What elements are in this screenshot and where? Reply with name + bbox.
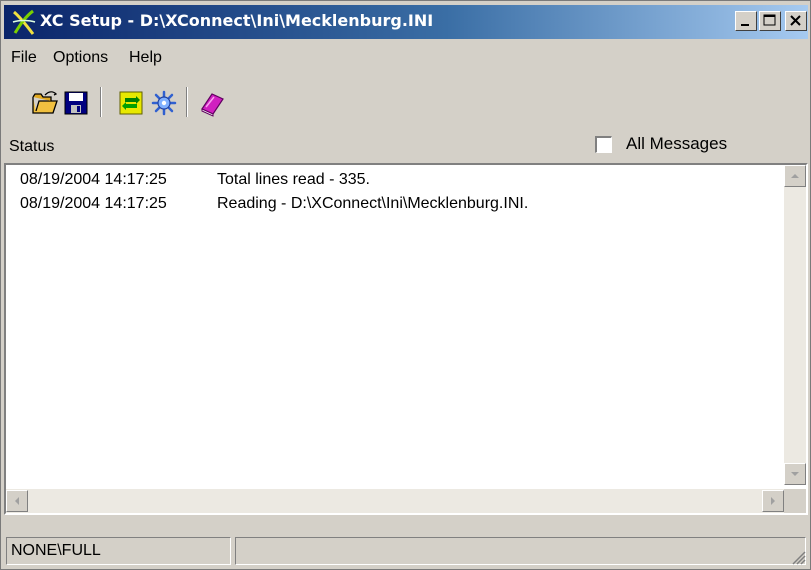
list-item[interactable]: 08/19/2004 14:17:25 Total lines read - 3… bbox=[20, 171, 760, 195]
scroll-down-button[interactable] bbox=[784, 463, 806, 485]
status-panel-info bbox=[235, 537, 806, 565]
scroll-left-button[interactable] bbox=[6, 490, 28, 512]
arrow-left-icon bbox=[15, 497, 19, 505]
menu-options[interactable]: Options bbox=[53, 49, 108, 67]
status-label: Status bbox=[9, 138, 55, 155]
maximize-button[interactable] bbox=[759, 11, 781, 31]
vertical-scrollbar[interactable] bbox=[784, 165, 806, 485]
close-icon bbox=[790, 15, 801, 26]
scrollbar-corner bbox=[784, 489, 806, 513]
window-title: XC Setup - D:\XConnect\Ini\Mecklenburg.I… bbox=[40, 11, 434, 30]
status-log-list[interactable]: 08/19/2004 14:17:25 Total lines read - 3… bbox=[4, 163, 808, 515]
resize-grip-icon[interactable] bbox=[790, 549, 806, 565]
help-book-icon[interactable] bbox=[198, 89, 226, 117]
open-folder-icon[interactable] bbox=[31, 89, 59, 117]
checkbox-box[interactable] bbox=[595, 136, 612, 153]
arrow-right-icon bbox=[771, 497, 775, 505]
arrow-up-icon bbox=[791, 174, 799, 178]
list-item[interactable]: 08/19/2004 14:17:25 Reading - D:\XConnec… bbox=[20, 195, 760, 219]
status-mode-text: NONE\FULL bbox=[11, 542, 101, 559]
xc-app-icon bbox=[12, 9, 36, 35]
maximize-icon bbox=[763, 14, 776, 26]
log-message: Reading - D:\XConnect\Ini\Mecklenburg.IN… bbox=[217, 195, 529, 212]
menu-help[interactable]: Help bbox=[129, 49, 162, 67]
menu-bar: File Options Help bbox=[4, 45, 808, 73]
scroll-up-button[interactable] bbox=[784, 165, 806, 187]
status-bar: NONE\FULL bbox=[4, 535, 808, 567]
gear-icon[interactable] bbox=[150, 89, 178, 117]
log-timestamp: 08/19/2004 14:17:25 bbox=[20, 171, 167, 188]
title-bar[interactable]: XC Setup - D:\XConnect\Ini\Mecklenburg.I… bbox=[4, 5, 808, 39]
arrow-down-icon bbox=[791, 472, 799, 476]
all-messages-label[interactable]: All Messages bbox=[626, 134, 727, 154]
scroll-right-button[interactable] bbox=[762, 490, 784, 512]
app-window: XC Setup - D:\XConnect\Ini\Mecklenburg.I… bbox=[0, 0, 811, 570]
status-panel-mode: NONE\FULL bbox=[6, 537, 231, 565]
minimize-button[interactable] bbox=[735, 11, 757, 31]
toolbar-separator bbox=[186, 87, 188, 117]
toolbar bbox=[4, 79, 808, 127]
save-disk-icon[interactable] bbox=[62, 89, 90, 117]
refresh-icon[interactable] bbox=[117, 89, 145, 117]
log-message: Total lines read - 335. bbox=[217, 171, 370, 188]
horizontal-scrollbar[interactable] bbox=[6, 489, 784, 513]
menu-file[interactable]: File bbox=[11, 49, 37, 67]
minimize-icon bbox=[741, 24, 749, 26]
toolbar-separator bbox=[100, 87, 102, 117]
log-timestamp: 08/19/2004 14:17:25 bbox=[20, 195, 167, 212]
close-button[interactable] bbox=[785, 11, 807, 31]
